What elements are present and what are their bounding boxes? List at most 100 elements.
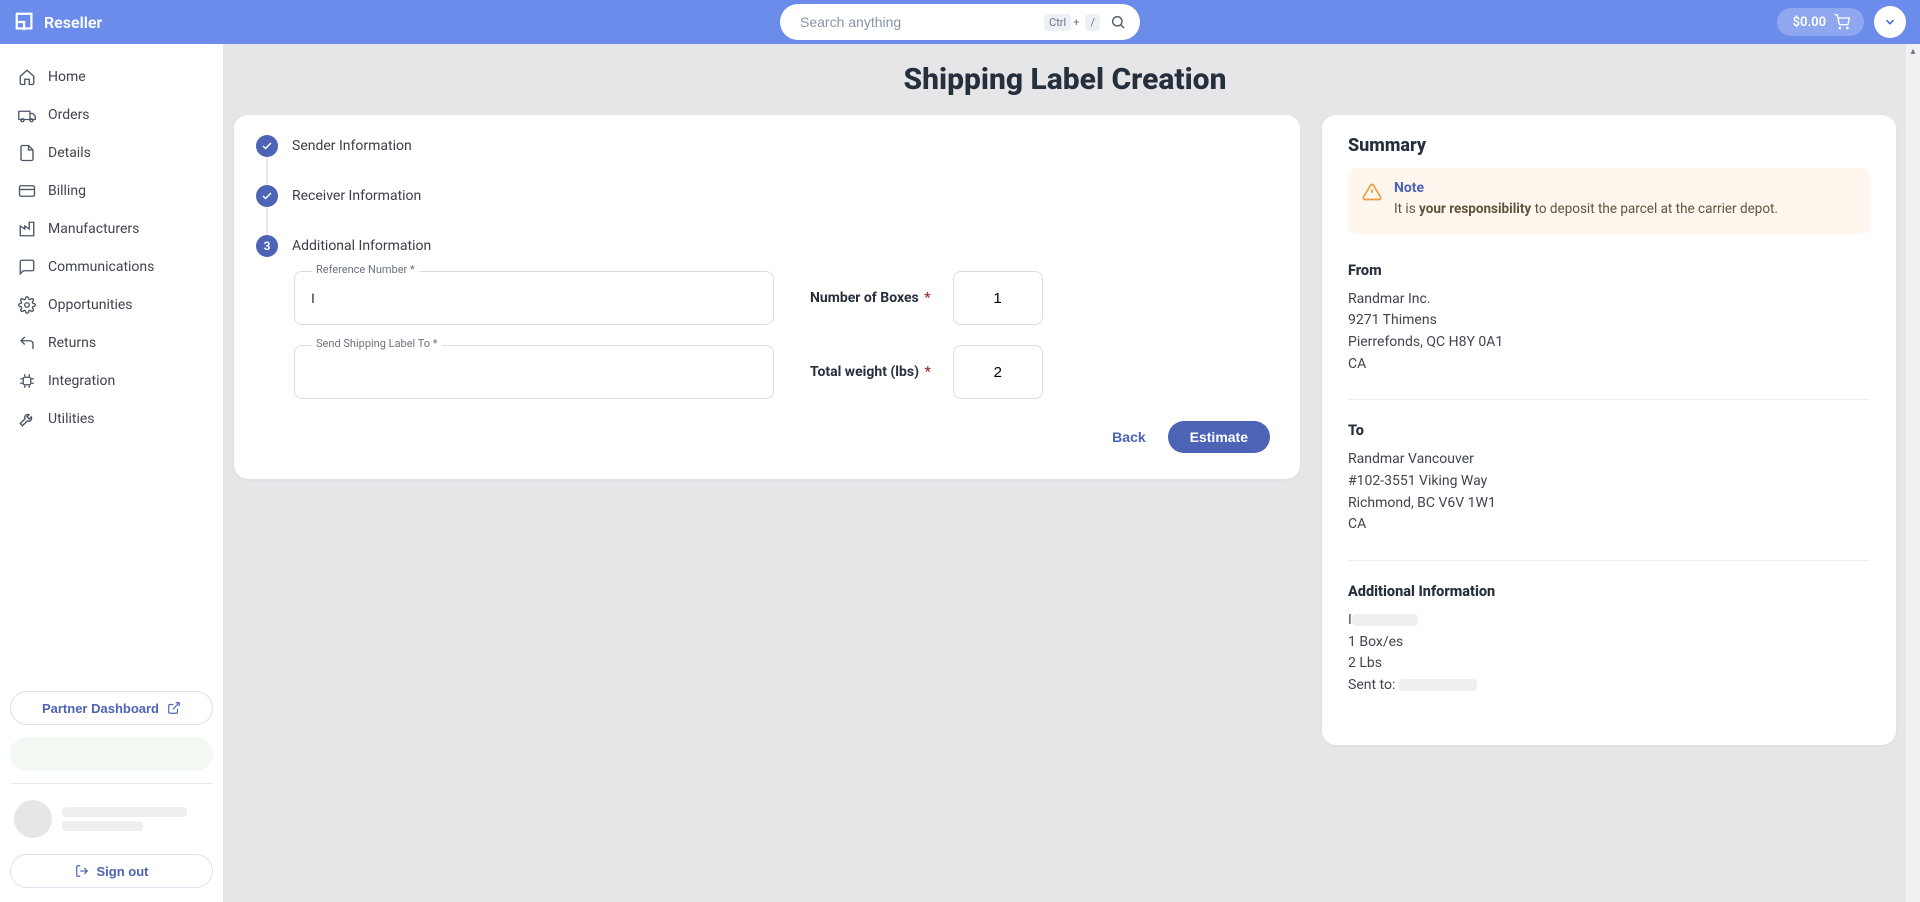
sign-out-icon [75,864,89,878]
details-icon [18,144,36,162]
note-box: Note It is your responsibility to deposi… [1348,168,1870,234]
step-label: Receiver Information [292,188,421,204]
sign-out-label: Sign out [97,864,149,879]
boxes-input[interactable] [953,271,1043,325]
kbd-plus: + [1073,16,1079,29]
send-label-to-field-wrap: Send Shipping Label To * [294,345,774,399]
billing-icon [18,182,36,200]
main-content: Shipping Label Creation Sender Informati… [224,44,1906,902]
from-street: 9271 Thimens [1348,310,1870,332]
sidebar-item-label: Details [48,145,91,161]
cart-icon [1834,14,1850,30]
note-text: It is your responsibility to deposit the… [1394,200,1778,220]
manufacturers-icon [18,220,36,238]
sidebar-item-label: Opportunities [48,297,133,313]
summary-to: To Randmar Vancouver #102-3551 Viking Wa… [1348,416,1870,556]
sidebar-item-details[interactable]: Details [8,136,215,170]
kbd-ctrl: Ctrl [1044,14,1071,31]
brand: Reseller [14,11,102,33]
step-additional: 3 Additional Information [256,235,1270,257]
summary-additional-label: Additional Information [1348,583,1870,600]
sidebar-item-home[interactable]: Home [8,60,215,94]
divider [1348,560,1870,561]
partner-dashboard-button[interactable]: Partner Dashboard [10,691,213,725]
step-receiver[interactable]: Receiver Information [256,185,1270,207]
brand-logo-icon [14,11,36,33]
redacted-placeholder [1399,679,1477,691]
to-country: CA [1348,514,1870,536]
weight-input[interactable] [953,345,1043,399]
step-connector [266,207,268,235]
scrollbar[interactable]: ▴ [1906,44,1920,902]
sidebar-item-manufacturers[interactable]: Manufacturers [8,212,215,246]
status-pill [10,737,213,771]
avatar [14,800,52,838]
form-card: Sender Information Receiver Information … [234,115,1300,479]
step-label: Additional Information [292,238,431,254]
reference-number-field-wrap: Reference Number * [294,271,774,325]
sidebar-item-label: Returns [48,335,96,351]
balance-pill[interactable]: $0.00 [1777,8,1864,36]
summary-from-label: From [1348,262,1870,279]
sidebar-item-label: Orders [48,107,90,123]
weight-label: Total weight (lbs) * [810,364,931,380]
step-label: Sender Information [292,138,412,154]
summary-from: From Randmar Inc. 9271 Thimens Pierrefon… [1348,256,1870,396]
warning-icon [1362,182,1382,202]
addl-boxes: 1 Box/es [1348,632,1870,654]
divider [10,783,213,784]
profile-menu-button[interactable] [1874,6,1906,38]
sidebar-item-utilities[interactable]: Utilities [8,402,215,436]
from-country: CA [1348,354,1870,376]
integration-icon [18,372,36,390]
summary-to-label: To [1348,422,1870,439]
sidebar-item-orders[interactable]: Orders [8,98,215,132]
sidebar-item-label: Integration [48,373,115,389]
partner-dashboard-label: Partner Dashboard [42,701,159,716]
user-block [10,796,213,842]
sidebar-item-label: Billing [48,183,86,199]
addl-sent-to: Sent to: [1348,675,1870,697]
reference-number-input[interactable] [294,271,774,325]
chevron-down-icon [1883,15,1897,29]
sidebar-item-billing[interactable]: Billing [8,174,215,208]
sidebar: Home Orders Details Billing Manufacturer… [0,44,224,902]
step-complete-icon [256,185,278,207]
send-label-to-label: Send Shipping Label To * [312,337,442,350]
from-city: Pierrefonds, QC H8Y 0A1 [1348,332,1870,354]
send-label-to-input[interactable] [294,345,774,399]
communications-icon [18,258,36,276]
summary-title: Summary [1348,135,1870,156]
sidebar-item-label: Utilities [48,411,95,427]
utilities-icon [18,410,36,428]
note-title: Note [1394,180,1778,196]
app-header: Reseller Ctrl + / $0.00 [0,0,1920,44]
to-street: #102-3551 Viking Way [1348,471,1870,493]
boxes-label: Number of Boxes * [810,290,931,306]
orders-icon [18,106,36,124]
balance-value: $0.00 [1793,15,1826,30]
to-city: Richmond, BC V6V 1W1 [1348,493,1870,515]
external-link-icon [167,701,181,715]
step-connector [266,157,268,185]
sidebar-item-returns[interactable]: Returns [8,326,215,360]
scroll-up-arrow-icon[interactable]: ▴ [1906,44,1920,58]
sign-out-button[interactable]: Sign out [10,854,213,888]
sidebar-item-integration[interactable]: Integration [8,364,215,398]
estimate-button[interactable]: Estimate [1168,421,1270,453]
redacted-placeholder [1352,614,1418,626]
search-input[interactable] [800,14,1040,30]
sidebar-item-communications[interactable]: Communications [8,250,215,284]
sidebar-item-opportunities[interactable]: Opportunities [8,288,215,322]
back-button[interactable]: Back [1112,429,1145,445]
user-email-placeholder [62,821,143,831]
global-search[interactable]: Ctrl + / [780,4,1140,40]
to-name: Randmar Vancouver [1348,449,1870,471]
page-title: Shipping Label Creation [234,44,1896,115]
summary-card: Summary Note It is your responsibility t… [1322,115,1896,745]
sidebar-item-label: Manufacturers [48,221,139,237]
kbd-slash: / [1085,14,1100,31]
search-icon [1110,14,1126,30]
addl-ref: I [1348,610,1870,632]
step-sender[interactable]: Sender Information [256,135,1270,157]
